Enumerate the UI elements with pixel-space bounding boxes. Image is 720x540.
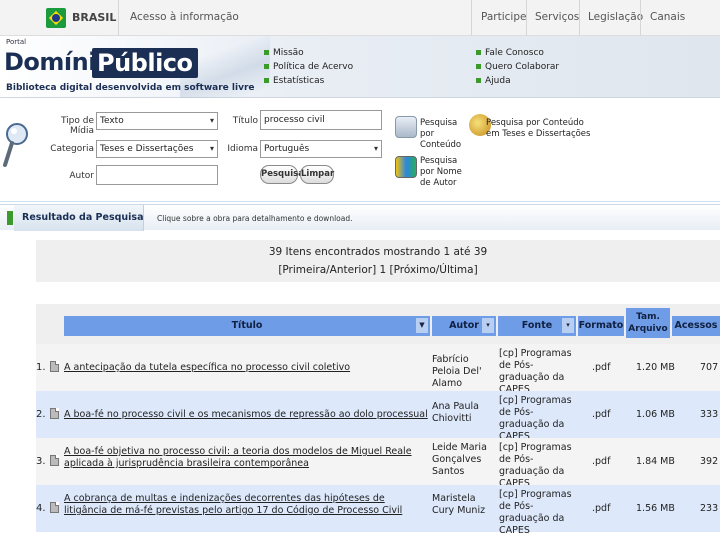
row-title-link[interactable]: A cobrança de multas e indenizações deco… — [64, 493, 428, 517]
link-estatisticas[interactable]: Estatísticas — [264, 76, 324, 86]
row-author: Maristela Cury Muniz — [432, 493, 486, 516]
option-search-author[interactable]: Pesquisa por Nome de Autor — [420, 156, 470, 189]
row-source: [cp] Programas de Pós-graduação da CAPES — [499, 348, 572, 395]
nav-participe[interactable]: Participe — [481, 11, 526, 23]
row-size: 1.20 MB — [636, 362, 675, 373]
document-icon — [50, 361, 59, 372]
section-marker — [7, 211, 13, 225]
results-hint: Clique sobre a obra para detalhamento e … — [157, 214, 353, 223]
row-format: .pdf — [592, 362, 611, 373]
nav-servicos[interactable]: Serviços — [535, 11, 579, 23]
media-type-select[interactable]: Texto ▾ — [96, 112, 218, 130]
table-row: 3. A boa-fé objetiva no processo civil: … — [36, 438, 720, 489]
divider — [579, 0, 580, 36]
link-politica-acervo[interactable]: Política de Acervo — [264, 62, 353, 72]
row-size: 1.84 MB — [636, 456, 675, 467]
media-type-label: Tipo de Mídia — [60, 116, 94, 136]
divider — [640, 0, 641, 36]
table-row: 4. A cobrança de multas e indenizações d… — [36, 485, 720, 536]
results-count: 39 Itens encontrados mostrando 1 até 39 — [268, 246, 488, 258]
logo-text-publico[interactable]: Público — [92, 48, 198, 78]
document-icon — [50, 408, 59, 419]
link-ajuda[interactable]: Ajuda — [476, 76, 511, 86]
link-fale-conosco[interactable]: Fale Conosco — [476, 48, 544, 58]
results-title: Resultado da Pesquisa — [22, 212, 144, 223]
chevron-down-icon: ▾ — [373, 144, 378, 153]
table-header: Título ▼ Autor ▾ Fonte ▾ Formato Tam. Arqui… — [36, 304, 720, 344]
row-title-link[interactable]: A boa-fé objetiva no processo civil: a t… — [64, 446, 428, 470]
sort-arrow-icon[interactable]: ▼ — [416, 318, 428, 333]
row-source: [cp] Programas de Pós-graduação da CAPES — [499, 395, 572, 442]
row-number: 4. — [36, 503, 46, 514]
divider — [526, 0, 527, 36]
row-author: Fabrício Peloia Del' Alamo — [432, 354, 482, 389]
table-row: 1. A antecipação da tutela específica no… — [36, 344, 720, 395]
dropdown-icon[interactable]: ▾ — [482, 318, 494, 333]
row-format: .pdf — [592, 409, 611, 420]
author-label: Autor — [69, 171, 94, 181]
row-author: Ana Paula Chiovitti — [432, 401, 479, 424]
col-hits[interactable]: Acessos — [672, 316, 720, 336]
gov-brand-link[interactable]: BRASIL — [72, 11, 116, 24]
dropdown-icon[interactable]: ▾ — [562, 318, 574, 333]
access-info-link[interactable]: Acesso à informação — [130, 11, 239, 23]
clear-button[interactable]: Limpar — [300, 165, 334, 184]
magnifier-icon — [3, 123, 28, 167]
portal-small-label: Portal — [6, 38, 27, 46]
link-missao[interactable]: Missão — [264, 48, 304, 58]
author-input[interactable] — [96, 165, 218, 185]
document-icon — [50, 502, 59, 513]
chevron-down-icon: ▾ — [209, 144, 214, 153]
row-hits: 233 — [700, 503, 719, 514]
search-form: Tipo de Mídia Texto ▾ Categoria Teses e D… — [0, 98, 720, 202]
language-select[interactable]: Português ▾ — [260, 140, 382, 158]
chevron-down-icon: ▾ — [209, 116, 214, 125]
row-author: Leide Maria Gonçalves Santos — [432, 442, 487, 477]
results-header: Resultado da Pesquisa Clique sobre a obr… — [0, 204, 720, 231]
title-input[interactable]: processo civil — [260, 110, 382, 130]
row-hits: 707 — [700, 362, 719, 373]
row-source: [cp] Programas de Pós-graduação da CAPES — [499, 489, 572, 536]
table-row: 2. A boa-fé no processo civil e os mecan… — [36, 391, 720, 442]
link-quero-colaborar[interactable]: Quero Colaborar — [476, 62, 559, 72]
portal-header: Portal Domínio Público Biblioteca digita… — [0, 36, 720, 98]
row-number: 2. — [36, 409, 46, 420]
col-format[interactable]: Formato — [578, 316, 624, 336]
category-select[interactable]: Teses e Dissertações ▾ — [96, 140, 218, 158]
title-label: Título — [232, 116, 258, 126]
row-hits: 392 — [700, 456, 719, 467]
col-source[interactable]: Fonte ▾ — [498, 316, 576, 336]
nav-legislacao[interactable]: Legislação — [588, 11, 643, 23]
row-number: 3. — [36, 456, 46, 467]
row-title-link[interactable]: A boa-fé no processo civil e os mecanism… — [64, 409, 428, 421]
pagination[interactable]: [Primeira/Anterior] 1 [Próximo/Última] — [36, 264, 720, 276]
col-file-size[interactable]: Tam. Arquivo — [626, 308, 670, 338]
author-search-icon[interactable] — [395, 156, 417, 178]
content-search-icon[interactable] — [395, 116, 417, 138]
option-search-thesis[interactable]: Pesquisa por Conteúdo em Teses e Dissert… — [486, 118, 596, 140]
row-hits: 333 — [700, 409, 719, 420]
gov-bar: BRASIL Acesso à informação Participe Ser… — [0, 0, 720, 36]
row-size: 1.06 MB — [636, 409, 675, 420]
document-icon — [50, 455, 59, 466]
divider — [471, 0, 472, 36]
results-count-box: 39 Itens encontrados mostrando 1 até 39 … — [36, 240, 720, 282]
category-label: Categoria — [50, 144, 94, 154]
col-title[interactable]: Título ▼ — [64, 316, 430, 336]
brazil-flag-icon[interactable] — [46, 8, 66, 28]
search-button[interactable]: Pesquisar — [260, 165, 308, 184]
row-number: 1. — [36, 362, 46, 373]
row-size: 1.56 MB — [636, 503, 675, 514]
row-source: [cp] Programas de Pós-graduação da CAPES — [499, 442, 572, 489]
nav-canais[interactable]: Canais — [650, 11, 685, 23]
col-author[interactable]: Autor ▾ — [432, 316, 496, 336]
row-format: .pdf — [592, 456, 611, 467]
option-search-content[interactable]: Pesquisa por Conteúdo — [420, 118, 466, 151]
divider — [118, 0, 119, 36]
language-label: Idioma — [227, 144, 258, 154]
row-format: .pdf — [592, 503, 611, 514]
row-title-link[interactable]: A antecipação da tutela específica no pr… — [64, 362, 428, 374]
portal-tagline: Biblioteca digital desenvolvida em softw… — [6, 83, 255, 93]
